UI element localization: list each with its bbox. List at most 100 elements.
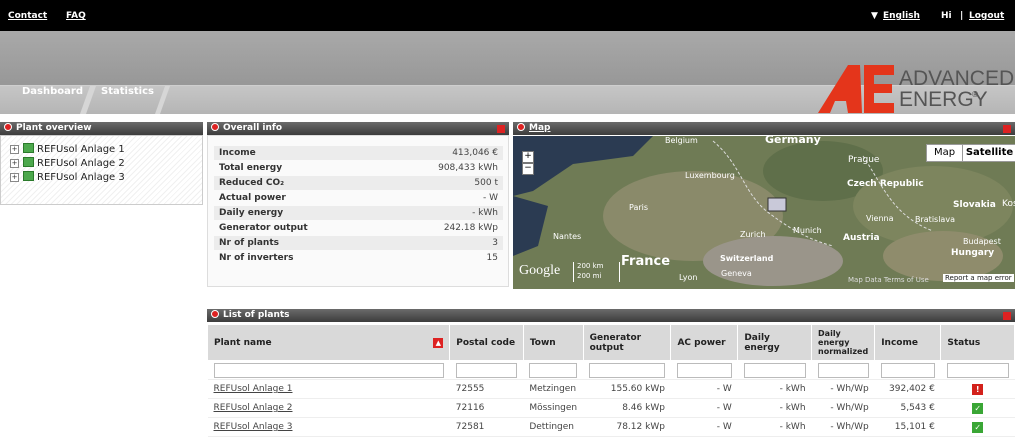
logout-link[interactable]: Logout bbox=[969, 11, 1004, 21]
tab-dashboard[interactable]: Dashboard bbox=[22, 86, 83, 97]
column-label: Plant name bbox=[214, 337, 272, 348]
sort-icon[interactable]: ▲ bbox=[433, 337, 444, 348]
tree-item-label: REFUsol Anlage 1 bbox=[37, 144, 125, 155]
map-label: Belgium bbox=[665, 136, 698, 145]
filter-status[interactable] bbox=[946, 362, 1009, 378]
tree-item[interactable]: + REFUsol Anlage 1 bbox=[10, 143, 125, 155]
filter-plant-name[interactable] bbox=[213, 362, 444, 378]
filter-income[interactable] bbox=[880, 362, 935, 378]
registered-mark: ® bbox=[971, 90, 979, 99]
filter-town[interactable] bbox=[529, 362, 578, 378]
report-map-error-link[interactable]: Report a map error bbox=[943, 274, 1014, 282]
status-cell: ! bbox=[940, 379, 1015, 399]
col-daily-energy[interactable]: Daily energy bbox=[737, 324, 813, 361]
filter-postal-code[interactable] bbox=[455, 362, 518, 378]
faq-link[interactable]: FAQ bbox=[66, 11, 86, 21]
language-select[interactable]: English bbox=[883, 11, 920, 21]
ac-power-cell: - W bbox=[670, 379, 738, 399]
map-type-satellite-button[interactable]: Satellite bbox=[962, 144, 1015, 162]
table-row[interactable]: REFUsol Anlage 1 72555 Metzingen 155.60 … bbox=[207, 379, 1015, 399]
map-attribution[interactable]: Map Data Terms of Use bbox=[848, 276, 929, 284]
expand-icon[interactable]: + bbox=[10, 173, 19, 182]
daily-energy-cell: - kWh bbox=[737, 398, 812, 418]
map-view[interactable]: + − Map Satellite Belgium Germany Prague… bbox=[513, 136, 1015, 289]
panel-indicator-icon bbox=[211, 310, 219, 318]
map-label: Lyon bbox=[679, 273, 698, 282]
overall-info-header: Overall info bbox=[207, 122, 509, 135]
table-row[interactable]: REFUsol Anlage 2 72116 Mössingen 8.46 kW… bbox=[207, 398, 1015, 418]
plant-name-link[interactable]: REFUsol Anlage 2 bbox=[214, 403, 293, 413]
col-income[interactable]: Income bbox=[874, 324, 942, 361]
minimize-icon[interactable] bbox=[1003, 312, 1011, 320]
filter-daily-energy[interactable] bbox=[743, 362, 806, 378]
daily-energy-cell: - kWh bbox=[737, 417, 812, 437]
map-label: Bratislava bbox=[915, 215, 955, 224]
contact-link[interactable]: Contact bbox=[8, 11, 47, 21]
list-of-plants-title: List of plants bbox=[223, 310, 290, 320]
col-daily-energy-normalized[interactable]: Daily energy normalized bbox=[811, 324, 876, 361]
col-generator-output[interactable]: Generator output bbox=[582, 324, 672, 361]
map-label: Vienna bbox=[866, 214, 894, 223]
normalized-cell: - Wh/Wp bbox=[811, 417, 875, 437]
map-label: Austria bbox=[843, 233, 880, 243]
minimize-icon[interactable] bbox=[497, 125, 505, 133]
zoom-out-button[interactable]: − bbox=[522, 163, 534, 175]
tree-item-label: REFUsol Anlage 2 bbox=[37, 158, 125, 169]
map-title-link[interactable]: Map bbox=[529, 123, 550, 133]
col-postal-code[interactable]: Postal code bbox=[449, 324, 524, 361]
income-cell: 392,402 € bbox=[874, 379, 941, 399]
map-label: Nantes bbox=[553, 232, 582, 241]
overall-info-title: Overall info bbox=[223, 123, 283, 133]
normalized-cell: - Wh/Wp bbox=[811, 379, 875, 399]
map-label: Prague bbox=[848, 155, 880, 165]
map-label: Budapest bbox=[963, 237, 1001, 246]
generator-output-cell: 155.60 kWp bbox=[583, 379, 671, 399]
info-value: - W bbox=[482, 193, 498, 203]
map-label: Slovakia bbox=[953, 200, 996, 210]
tab-statistics[interactable]: Statistics bbox=[101, 86, 154, 97]
plants-table: Plant name ▲ Postal code Town Generator o… bbox=[206, 324, 1015, 437]
status-ok-icon[interactable]: ✓ bbox=[972, 402, 984, 414]
tree-item[interactable]: + REFUsol Anlage 3 bbox=[10, 171, 125, 183]
map-type-map-button[interactable]: Map bbox=[926, 144, 963, 162]
expand-icon[interactable]: + bbox=[10, 159, 19, 168]
plant-name-link[interactable]: REFUsol Anlage 1 bbox=[214, 384, 293, 394]
plants-grid: Plant name ▲ Postal code Town Generator o… bbox=[206, 324, 1015, 443]
col-town[interactable]: Town bbox=[522, 324, 584, 361]
plant-name-link[interactable]: REFUsol Anlage 3 bbox=[214, 422, 293, 432]
solar-panel-icon bbox=[23, 157, 34, 167]
info-row: Actual power - W bbox=[214, 191, 503, 205]
minimize-icon[interactable] bbox=[1003, 125, 1011, 133]
map-label: Switzerland bbox=[720, 254, 774, 263]
table-header-row: Plant name ▲ Postal code Town Generator o… bbox=[206, 324, 1015, 361]
info-value: 908,433 kWh bbox=[438, 163, 498, 173]
col-status[interactable]: Status bbox=[940, 324, 1015, 361]
greeting-text: Hi bbox=[941, 11, 952, 21]
solar-panel-icon bbox=[23, 171, 34, 181]
map-label: Paris bbox=[629, 203, 649, 212]
expand-icon[interactable]: + bbox=[10, 145, 19, 154]
filter-generator-output[interactable] bbox=[589, 362, 665, 378]
col-plant-name[interactable]: Plant name ▲ bbox=[206, 324, 451, 361]
table-row[interactable]: REFUsol Anlage 3 72581 Dettingen 78.12 k… bbox=[207, 417, 1015, 437]
zoom-in-button[interactable]: + bbox=[522, 151, 534, 163]
info-row: Income 413,046 € bbox=[214, 146, 503, 160]
status-error-icon[interactable]: ! bbox=[972, 383, 984, 395]
filter-cell bbox=[940, 360, 1015, 380]
filter-ac-power[interactable] bbox=[676, 362, 732, 378]
panel-indicator-icon bbox=[4, 123, 12, 131]
map-header: Map bbox=[513, 122, 1015, 135]
info-row: Nr of inverters 15 bbox=[214, 251, 503, 265]
tree-item[interactable]: + REFUsol Anlage 2 bbox=[10, 157, 125, 169]
info-label: Total energy bbox=[219, 163, 283, 173]
status-ok-icon[interactable]: ✓ bbox=[972, 421, 984, 433]
filter-normalized[interactable] bbox=[817, 362, 869, 378]
info-value: - kWh bbox=[472, 208, 498, 218]
col-ac-power[interactable]: AC power bbox=[670, 324, 739, 361]
info-row: Total energy 908,433 kWh bbox=[214, 161, 503, 175]
filter-cell bbox=[874, 360, 941, 380]
map-label: Hungary bbox=[951, 248, 995, 258]
separator: | bbox=[960, 11, 964, 21]
info-value: 413,046 € bbox=[452, 148, 498, 158]
list-of-plants-header: List of plants bbox=[207, 309, 1015, 322]
